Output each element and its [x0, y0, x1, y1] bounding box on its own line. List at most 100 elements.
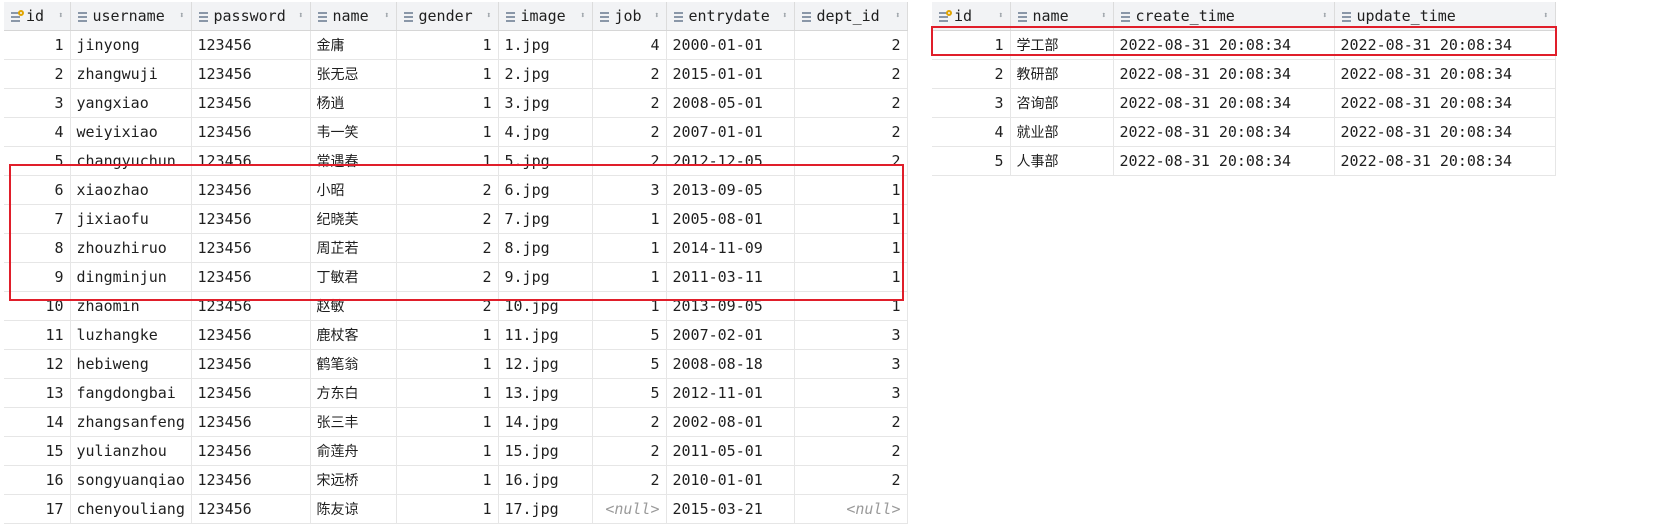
employee-col-header-name[interactable]: name ⬍ — [310, 2, 397, 31]
employee-cell-dept_id[interactable]: 2 — [794, 146, 908, 176]
employee-cell-image[interactable]: 8.jpg — [498, 233, 593, 263]
employee-cell-gender[interactable]: 1 — [396, 88, 499, 118]
employee-cell-job[interactable]: 5 — [592, 349, 667, 379]
employee-cell-password[interactable]: 123456 — [191, 378, 311, 408]
employee-col-header-dept_id[interactable]: dept_id ⬍ — [794, 2, 908, 31]
employee-cell-entrydate[interactable]: 2007-02-01 — [666, 320, 795, 350]
sort-arrows-icon[interactable]: ⬍ — [895, 11, 900, 21]
employee-cell-entrydate[interactable]: 2015-03-21 — [666, 494, 795, 524]
employee-cell-username[interactable]: zhaomin — [70, 291, 192, 321]
employee-cell-id[interactable]: 10 — [4, 291, 71, 321]
employee-cell-entrydate[interactable]: 2012-12-05 — [666, 146, 795, 176]
employee-cell-id[interactable]: 14 — [4, 407, 71, 437]
employee-cell-name[interactable]: 赵敏 — [310, 291, 397, 321]
employee-cell-name[interactable]: 常遇春 — [310, 146, 397, 176]
department-col-header-id[interactable]: id ⬍ — [932, 2, 1011, 31]
department-cell-update_time[interactable]: 2022-08-31 20:08:34 — [1334, 30, 1556, 60]
employee-cell-image[interactable]: 16.jpg — [498, 465, 593, 495]
employee-table-row[interactable]: 8 zhouzhiruo 123456 周芷若 2 8.jpg 1 2014-11-09 1 — [4, 233, 908, 263]
employee-cell-password[interactable]: 123456 — [191, 204, 311, 234]
employee-cell-job[interactable]: 3 — [592, 175, 667, 205]
department-table-row[interactable]: 2 教研部 2022-08-31 20:08:34 2022-08-31 20:08:… — [932, 59, 1556, 89]
employee-cell-username[interactable]: chenyouliang — [70, 494, 192, 524]
department-col-header-create_time[interactable]: create_time ⬍ — [1113, 2, 1335, 31]
employee-cell-name[interactable]: 纪晓芙 — [310, 204, 397, 234]
employee-cell-dept_id[interactable]: 1 — [794, 262, 908, 292]
department-table-row[interactable]: 1 学工部 2022-08-31 20:08:34 2022-08-31 20:08:… — [932, 30, 1556, 60]
department-cell-update_time[interactable]: 2022-08-31 20:08:34 — [1334, 59, 1556, 89]
employee-cell-dept_id[interactable]: 2 — [794, 407, 908, 437]
department-table-row[interactable]: 4 就业部 2022-08-31 20:08:34 2022-08-31 20:08:… — [932, 117, 1556, 147]
employee-cell-dept_id[interactable]: 1 — [794, 175, 908, 205]
employee-cell-entrydate[interactable]: 2012-11-01 — [666, 378, 795, 408]
employee-cell-id[interactable]: 1 — [4, 30, 71, 60]
employee-table-row[interactable]: 6 xiaozhao 123456 小昭 2 6.jpg 3 2013-09-05 1 — [4, 175, 908, 205]
employee-col-header-password[interactable]: password ⬍ — [191, 2, 311, 31]
employee-cell-image[interactable]: 5.jpg — [498, 146, 593, 176]
department-cell-create_time[interactable]: 2022-08-31 20:08:34 — [1113, 30, 1335, 60]
employee-cell-password[interactable]: 123456 — [191, 233, 311, 263]
department-cell-name[interactable]: 咨询部 — [1010, 88, 1114, 118]
employee-cell-gender[interactable]: 1 — [396, 465, 499, 495]
employee-cell-job[interactable]: 1 — [592, 233, 667, 263]
department-cell-name[interactable]: 人事部 — [1010, 146, 1114, 176]
employee-cell-id[interactable]: 12 — [4, 349, 71, 379]
sort-arrows-icon[interactable]: ⬍ — [58, 11, 63, 21]
employee-table-row[interactable]: 14 zhangsanfeng 123456 张三丰 1 14.jpg 2 2002-08-0… — [4, 407, 908, 437]
employee-cell-gender[interactable]: 1 — [396, 320, 499, 350]
department-cell-update_time[interactable]: 2022-08-31 20:08:34 — [1334, 146, 1556, 176]
employee-cell-dept_id[interactable]: 3 — [794, 320, 908, 350]
sort-arrows-icon[interactable]: ⬍ — [486, 11, 491, 21]
employee-col-header-entrydate[interactable]: entrydate ⬍ — [666, 2, 795, 31]
employee-cell-id[interactable]: 6 — [4, 175, 71, 205]
department-cell-update_time[interactable]: 2022-08-31 20:08:34 — [1334, 117, 1556, 147]
employee-table-row[interactable]: 16 songyuanqiao 123456 宋远桥 1 16.jpg 2 2010-01-0… — [4, 465, 908, 495]
employee-cell-dept_id[interactable]: 2 — [794, 59, 908, 89]
employee-cell-id[interactable]: 9 — [4, 262, 71, 292]
employee-table-row[interactable]: 13 fangdongbai 123456 方东白 1 13.jpg 5 2012-11-01… — [4, 378, 908, 408]
employee-cell-name[interactable]: 金庸 — [310, 30, 397, 60]
employee-cell-job[interactable]: 2 — [592, 88, 667, 118]
employee-cell-image[interactable]: 17.jpg — [498, 494, 593, 524]
employee-cell-username[interactable]: changyuchun — [70, 146, 192, 176]
employee-col-header-gender[interactable]: gender ⬍ — [396, 2, 499, 31]
employee-cell-name[interactable]: 杨逍 — [310, 88, 397, 118]
employee-cell-entrydate[interactable]: 2014-11-09 — [666, 233, 795, 263]
department-cell-id[interactable]: 1 — [932, 30, 1011, 60]
employee-cell-username[interactable]: fangdongbai — [70, 378, 192, 408]
employee-cell-gender[interactable]: 2 — [396, 204, 499, 234]
employee-cell-job[interactable]: 1 — [592, 204, 667, 234]
employee-cell-image[interactable]: 14.jpg — [498, 407, 593, 437]
employee-cell-dept_id[interactable]: 3 — [794, 349, 908, 379]
employee-cell-password[interactable]: 123456 — [191, 59, 311, 89]
employee-cell-dept_id[interactable]: 1 — [794, 291, 908, 321]
employee-cell-dept_id[interactable]: 1 — [794, 233, 908, 263]
employee-cell-id[interactable]: 11 — [4, 320, 71, 350]
employee-cell-id[interactable]: 3 — [4, 88, 71, 118]
sort-arrows-icon[interactable]: ⬍ — [298, 11, 303, 21]
department-cell-create_time[interactable]: 2022-08-31 20:08:34 — [1113, 88, 1335, 118]
department-cell-id[interactable]: 2 — [932, 59, 1011, 89]
sort-arrows-icon[interactable]: ⬍ — [1543, 11, 1548, 21]
employee-cell-password[interactable]: 123456 — [191, 88, 311, 118]
sort-arrows-icon[interactable]: ⬍ — [580, 11, 585, 21]
employee-cell-name[interactable]: 俞莲舟 — [310, 436, 397, 466]
employee-cell-id[interactable]: 4 — [4, 117, 71, 147]
employee-table-row[interactable]: 17 chenyouliang 123456 陈友谅 1 17.jpg <null> 2015… — [4, 494, 908, 524]
employee-table-row[interactable]: 11 luzhangke 123456 鹿杖客 1 11.jpg 5 2007-02-01 3 — [4, 320, 908, 350]
employee-cell-name[interactable]: 方东白 — [310, 378, 397, 408]
employee-cell-username[interactable]: yangxiao — [70, 88, 192, 118]
employee-cell-gender[interactable]: 1 — [396, 59, 499, 89]
employee-cell-entrydate[interactable]: 2008-05-01 — [666, 88, 795, 118]
department-cell-name[interactable]: 学工部 — [1010, 30, 1114, 60]
employee-cell-username[interactable]: songyuanqiao — [70, 465, 192, 495]
employee-table-row[interactable]: 12 hebiweng 123456 鹤笔翁 1 12.jpg 5 2008-08-18 3 — [4, 349, 908, 379]
department-col-header-update_time[interactable]: update_time ⬍ — [1334, 2, 1556, 31]
department-cell-id[interactable]: 5 — [932, 146, 1011, 176]
employee-cell-dept_id[interactable]: 2 — [794, 117, 908, 147]
employee-col-header-image[interactable]: image ⬍ — [498, 2, 593, 31]
employee-table-row[interactable]: 2 zhangwuji 123456 张无忌 1 2.jpg 2 2015-01-01 2 — [4, 59, 908, 89]
employee-col-header-id[interactable]: id ⬍ — [4, 2, 71, 31]
employee-cell-image[interactable]: 1.jpg — [498, 30, 593, 60]
employee-cell-image[interactable]: 9.jpg — [498, 262, 593, 292]
